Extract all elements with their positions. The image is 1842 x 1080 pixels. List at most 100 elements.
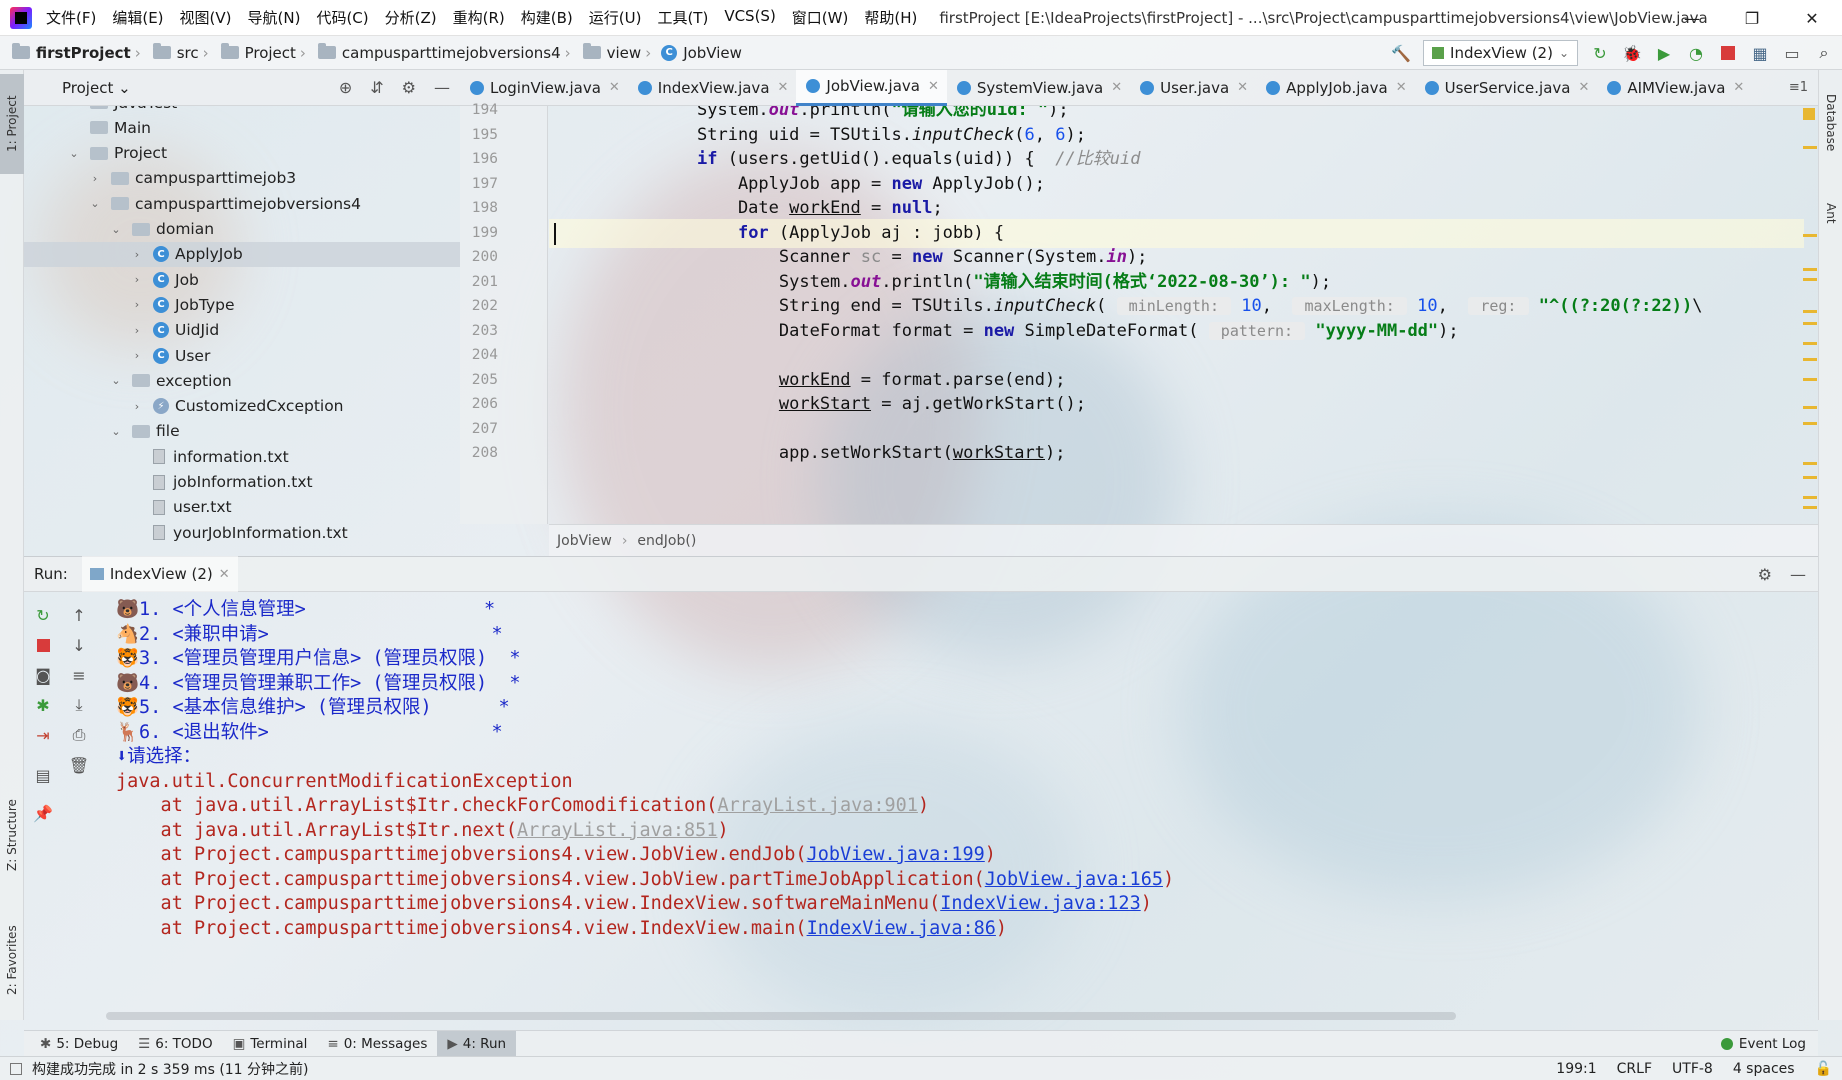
exit-icon[interactable]: ⇥ xyxy=(32,724,54,746)
stacktrace-link[interactable]: ArrayList.java:901 xyxy=(717,795,917,816)
gear-icon[interactable]: ⚙ xyxy=(402,78,416,97)
tree-item[interactable]: yourJobInformation.txt xyxy=(24,520,460,545)
scroll-end-icon[interactable]: ⤓ xyxy=(68,694,90,716)
warning-mark[interactable] xyxy=(1803,476,1817,479)
close-icon[interactable]: ✕ xyxy=(928,79,939,94)
tree-item[interactable]: › C ApplyJob xyxy=(24,241,460,267)
editor-tab[interactable]: JobView.java ✕ xyxy=(796,69,947,106)
down-arrow-icon[interactable]: ↓ xyxy=(68,634,90,656)
breadcrumb-item[interactable]: firstProject xyxy=(0,43,131,62)
profile-icon[interactable]: ◔ xyxy=(1686,43,1706,63)
menu-item[interactable]: 编辑(E) xyxy=(112,7,163,28)
rerun-icon[interactable]: ↻ xyxy=(32,604,54,626)
tree-item[interactable]: ⌄ file xyxy=(24,419,460,444)
warning-mark[interactable] xyxy=(1803,310,1817,313)
chevron-right-icon[interactable]: › xyxy=(131,248,143,261)
stop-icon[interactable] xyxy=(32,634,54,656)
collapse-icon[interactable]: ⇵ xyxy=(370,78,383,97)
menu-item[interactable]: 代码(C) xyxy=(316,7,368,28)
chevron-right-icon[interactable]: › xyxy=(68,106,80,109)
close-icon[interactable]: ✕ xyxy=(1396,80,1407,95)
build-hammer-icon[interactable]: 🔨 xyxy=(1391,43,1411,63)
print-icon[interactable]: ⎙ xyxy=(68,724,90,746)
layout-icon[interactable]: ▭ xyxy=(1782,43,1802,63)
warning-mark[interactable] xyxy=(1803,358,1817,361)
stacktrace-link[interactable]: IndexView.java:86 xyxy=(807,918,996,939)
tree-item[interactable]: ⌄ exception xyxy=(24,368,460,393)
hide-icon[interactable]: — xyxy=(1790,565,1806,584)
minimize-icon[interactable]: — xyxy=(1662,0,1722,36)
close-icon[interactable]: ✕ xyxy=(1237,80,1248,95)
file-encoding[interactable]: UTF-8 xyxy=(1672,1061,1713,1077)
chevron-down-icon[interactable]: ⌄ xyxy=(68,147,80,160)
run-console[interactable]: 🐻1. <个人信息管理> * 🐴2. <兼职申请> * 🐯3. <管理员管理用户信息… xyxy=(106,592,1800,1010)
tool-tab[interactable]: ☰ 6: TODO xyxy=(128,1031,222,1057)
tree-item[interactable]: jobInformation.txt xyxy=(24,470,460,495)
tree-item[interactable]: › ⚡ CustomizedCxception xyxy=(24,394,460,419)
warning-mark[interactable] xyxy=(1803,234,1817,237)
stacktrace-link[interactable]: JobView.java:165 xyxy=(985,869,1163,890)
tree-item[interactable]: › JavaTest xyxy=(24,106,460,115)
breadcrumb-item[interactable]: › src xyxy=(131,43,199,62)
warning-mark[interactable] xyxy=(1803,342,1817,345)
tree-item[interactable]: › C User xyxy=(24,343,460,368)
menu-item[interactable]: VCS(S) xyxy=(724,7,775,28)
search-icon[interactable]: ⌕ xyxy=(1814,43,1834,63)
tool-tab[interactable]: ▶ 4: Run xyxy=(437,1030,517,1057)
menu-item[interactable]: 工具(T) xyxy=(657,7,708,28)
tree-item[interactable]: › C Job xyxy=(24,267,460,292)
soft-wrap-icon[interactable]: ≡ xyxy=(68,664,90,686)
debug-icon[interactable]: 🐞 xyxy=(1622,43,1642,63)
hide-icon[interactable]: — xyxy=(434,78,450,97)
tab-project[interactable]: 1: Project xyxy=(0,74,24,174)
warning-mark[interactable] xyxy=(1803,146,1817,149)
close-icon[interactable]: ✕ xyxy=(1733,80,1744,95)
tree-item[interactable]: ⌄ Project xyxy=(24,141,460,166)
warning-mark[interactable] xyxy=(1803,422,1817,425)
chevron-right-icon[interactable]: › xyxy=(131,324,143,337)
tree-item[interactable]: user.txt xyxy=(24,495,460,520)
run-config-select[interactable]: IndexView (2) ⌄ xyxy=(1423,40,1578,66)
gear-icon[interactable]: ⚙ xyxy=(1758,565,1772,584)
locate-icon[interactable]: ⊕ xyxy=(339,78,352,97)
menu-item[interactable]: 重构(R) xyxy=(453,7,505,28)
chevron-right-icon[interactable]: › xyxy=(131,349,143,362)
breadcrumb-item[interactable]: › C JobView xyxy=(641,44,742,62)
project-structure-icon[interactable]: ▦ xyxy=(1750,43,1770,63)
tree-item[interactable]: information.txt xyxy=(24,444,460,469)
restore-icon[interactable]: ❐ xyxy=(1722,0,1782,36)
warning-mark[interactable] xyxy=(1803,268,1817,271)
editor-tab[interactable]: User.java ✕ xyxy=(1130,70,1256,106)
warning-indicator-icon[interactable] xyxy=(1803,108,1815,120)
tool-tab[interactable]: ▣ Terminal xyxy=(223,1031,318,1057)
editor-tab[interactable]: ApplyJob.java ✕ xyxy=(1256,70,1415,106)
breadcrumb-item[interactable]: › view xyxy=(561,43,641,62)
warning-mark[interactable] xyxy=(1803,506,1817,509)
warning-mark[interactable] xyxy=(1803,322,1817,325)
bug-icon[interactable]: ✱ xyxy=(32,694,54,716)
chevron-down-icon[interactable]: ⌄ xyxy=(89,197,101,210)
stop-icon[interactable] xyxy=(1718,43,1738,63)
editor-crumb-item[interactable]: JobView xyxy=(557,533,612,549)
stacktrace-link[interactable]: JobView.java:199 xyxy=(807,844,985,865)
code-editor[interactable]: System.out.println("请输入您的uid: "); String … xyxy=(549,106,1804,524)
stacktrace-link[interactable]: ArrayList.java:851 xyxy=(517,820,717,841)
breadcrumb-item[interactable]: › Project xyxy=(199,43,296,62)
tab-structure[interactable]: Z: Structure xyxy=(0,790,24,880)
camera-icon[interactable]: ◙ xyxy=(32,664,54,686)
chevron-down-icon[interactable]: ⌄ xyxy=(110,223,122,236)
menu-item[interactable]: 构建(B) xyxy=(521,7,573,28)
tree-item[interactable]: ⌄ campusparttimejobversions4 xyxy=(24,191,460,216)
chevron-down-icon[interactable]: ⌄ xyxy=(110,374,122,387)
indent-setting[interactable]: 4 spaces xyxy=(1733,1061,1795,1077)
caret-position[interactable]: 199:1 xyxy=(1556,1061,1596,1077)
menu-item[interactable]: 窗口(W) xyxy=(792,7,849,28)
warning-mark[interactable] xyxy=(1803,462,1817,465)
editor-tab[interactable]: SystemView.java ✕ xyxy=(947,70,1130,106)
menu-item[interactable]: 导航(N) xyxy=(248,7,301,28)
tree-item[interactable]: Main xyxy=(24,115,460,140)
editor-crumb-item[interactable]: endJob() xyxy=(637,533,696,549)
chevron-right-icon[interactable]: › xyxy=(131,273,143,286)
run-tab-indexview[interactable]: IndexView (2) ✕ xyxy=(81,556,238,592)
menu-item[interactable]: 帮助(H) xyxy=(864,7,917,28)
